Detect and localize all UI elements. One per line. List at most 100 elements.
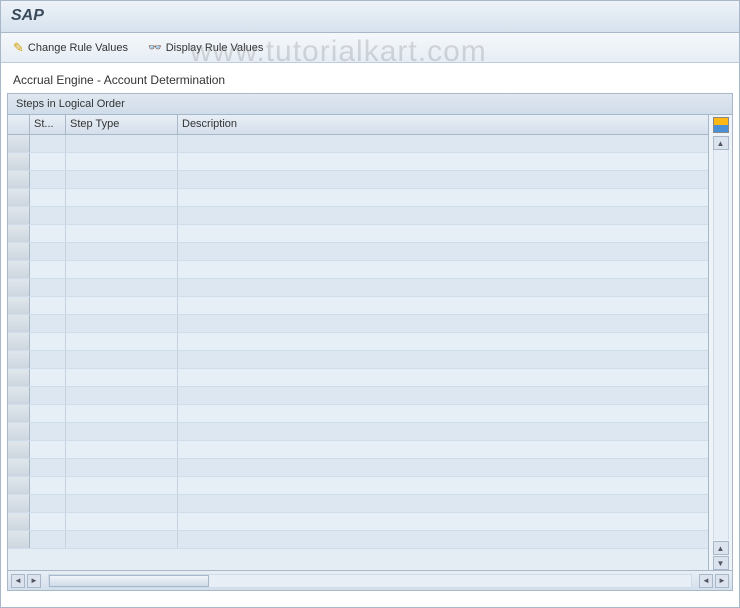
cell-step-type[interactable] [66,189,178,206]
cell-step[interactable] [30,243,66,260]
cell-step[interactable] [30,171,66,188]
table-row[interactable] [8,243,708,261]
table-row[interactable] [8,225,708,243]
cell-step-type[interactable] [66,261,178,278]
row-selector[interactable] [8,369,30,386]
row-selector[interactable] [8,333,30,350]
column-step[interactable]: St... [30,115,66,134]
scroll-down-small-button[interactable]: ▲ [713,541,729,555]
cell-description[interactable] [178,405,708,422]
row-selector[interactable] [8,459,30,476]
cell-description[interactable] [178,441,708,458]
cell-description[interactable] [178,387,708,404]
cell-step-type[interactable] [66,207,178,224]
table-row[interactable] [8,351,708,369]
cell-step-type[interactable] [66,171,178,188]
row-selector[interactable] [8,261,30,278]
table-row[interactable] [8,189,708,207]
row-selector[interactable] [8,135,30,152]
cell-step[interactable] [30,207,66,224]
cell-description[interactable] [178,459,708,476]
cell-description[interactable] [178,315,708,332]
cell-step[interactable] [30,333,66,350]
cell-description[interactable] [178,495,708,512]
scroll-right-small-button[interactable]: ► [27,574,41,588]
cell-description[interactable] [178,207,708,224]
table-row[interactable] [8,261,708,279]
cell-step[interactable] [30,459,66,476]
cell-step-type[interactable] [66,495,178,512]
cell-step[interactable] [30,189,66,206]
cell-step[interactable] [30,441,66,458]
cell-description[interactable] [178,171,708,188]
cell-description[interactable] [178,477,708,494]
table-row[interactable] [8,387,708,405]
table-row[interactable] [8,171,708,189]
row-selector[interactable] [8,153,30,170]
cell-step-type[interactable] [66,315,178,332]
scroll-track-horizontal[interactable] [48,574,692,588]
cell-step[interactable] [30,153,66,170]
table-row[interactable] [8,333,708,351]
table-row[interactable] [8,279,708,297]
row-selector[interactable] [8,405,30,422]
row-selector[interactable] [8,315,30,332]
row-selector[interactable] [8,423,30,440]
cell-description[interactable] [178,513,708,530]
column-step-type[interactable]: Step Type [66,115,178,134]
row-selector[interactable] [8,243,30,260]
cell-step[interactable] [30,531,66,548]
row-selector[interactable] [8,171,30,188]
row-selector[interactable] [8,513,30,530]
cell-description[interactable] [178,297,708,314]
row-selector[interactable] [8,495,30,512]
cell-step-type[interactable] [66,441,178,458]
scroll-left-button[interactable]: ◄ [11,574,25,588]
table-row[interactable] [8,441,708,459]
cell-description[interactable] [178,279,708,296]
cell-step-type[interactable] [66,405,178,422]
cell-description[interactable] [178,189,708,206]
scroll-left-end-button[interactable]: ◄ [699,574,713,588]
table-row[interactable] [8,135,708,153]
display-rule-values-button[interactable]: Display Rule Values [144,39,267,56]
cell-step-type[interactable] [66,333,178,350]
table-row[interactable] [8,153,708,171]
table-row[interactable] [8,207,708,225]
cell-description[interactable] [178,135,708,152]
cell-description[interactable] [178,333,708,350]
cell-step[interactable] [30,387,66,404]
table-row[interactable] [8,513,708,531]
cell-step-type[interactable] [66,459,178,476]
scroll-right-end-button[interactable]: ► [715,574,729,588]
row-selector[interactable] [8,387,30,404]
cell-step[interactable] [30,279,66,296]
scroll-thumb-horizontal[interactable] [49,575,209,587]
cell-step[interactable] [30,513,66,530]
table-row[interactable] [8,297,708,315]
cell-description[interactable] [178,153,708,170]
table-row[interactable] [8,369,708,387]
cell-step-type[interactable] [66,279,178,296]
cell-step[interactable] [30,495,66,512]
cell-description[interactable] [178,423,708,440]
scroll-track-vertical[interactable] [713,150,729,540]
table-settings-icon[interactable] [713,117,729,133]
cell-step[interactable] [30,477,66,494]
cell-step[interactable] [30,135,66,152]
row-selector[interactable] [8,189,30,206]
column-selector[interactable] [8,115,30,134]
change-rule-values-button[interactable]: Change Rule Values [9,38,132,58]
cell-step[interactable] [30,297,66,314]
cell-step[interactable] [30,369,66,386]
cell-step-type[interactable] [66,297,178,314]
scroll-down-button[interactable]: ▼ [713,556,729,570]
cell-step[interactable] [30,351,66,368]
row-selector[interactable] [8,297,30,314]
table-row[interactable] [8,315,708,333]
row-selector[interactable] [8,531,30,548]
row-selector[interactable] [8,279,30,296]
table-row[interactable] [8,477,708,495]
cell-step-type[interactable] [66,513,178,530]
cell-step-type[interactable] [66,369,178,386]
